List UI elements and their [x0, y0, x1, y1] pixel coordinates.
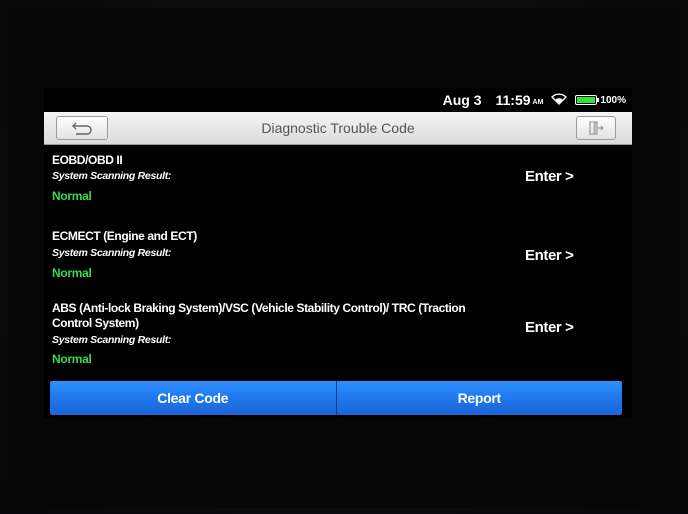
scan-result-label: System Scanning Result: [52, 247, 172, 259]
exit-button[interactable] [576, 116, 616, 140]
system-name: ECMECT (Engine and ECT) [52, 229, 197, 243]
exit-icon [589, 121, 604, 135]
wifi-icon [551, 92, 568, 108]
scan-status: Normal [52, 266, 92, 280]
status-bar: Aug 3 11:59 AM 100% [44, 88, 632, 112]
scan-status: Normal [52, 189, 92, 203]
list-item: ABS (Anti-lock Braking System)/VSC (Vehi… [44, 285, 632, 381]
system-name: ABS (Anti-lock Braking System)/VSC (Vehi… [52, 301, 466, 330]
page-title: Diagnostic Trouble Code [261, 120, 415, 136]
device-screen: Aug 3 11:59 AM 100% Diagnostic Trouble C… [44, 88, 632, 418]
list-item: EOBD/OBD II System Scanning Result: Norm… [44, 151, 632, 213]
status-date: Aug 3 [442, 92, 482, 108]
list-item: ECMECT (Engine and ECT) System Scanning … [44, 217, 632, 283]
scan-result-label: System Scanning Result: [52, 170, 172, 182]
scan-result-label: System Scanning Result: [52, 334, 172, 346]
status-ampm: AM [532, 99, 544, 106]
enter-button-ecmect[interactable]: Enter > [525, 247, 574, 264]
title-bar: Diagnostic Trouble Code [44, 112, 632, 145]
enter-button-abs[interactable]: Enter > [525, 319, 574, 336]
enter-button-eobd[interactable]: Enter > [525, 168, 574, 185]
system-name: EOBD/OBD II [52, 153, 123, 167]
report-button[interactable]: Report [335, 381, 622, 415]
scan-status: Normal [52, 352, 92, 366]
status-time: 11:59 [495, 92, 531, 108]
action-bar: Clear Code Report [50, 381, 622, 415]
system-list: EOBD/OBD II System Scanning Result: Norm… [44, 145, 632, 381]
clear-code-button[interactable]: Clear Code [50, 381, 336, 415]
battery-percent: 100% [600, 94, 626, 106]
battery-fill [577, 97, 596, 103]
battery-icon [575, 95, 600, 105]
